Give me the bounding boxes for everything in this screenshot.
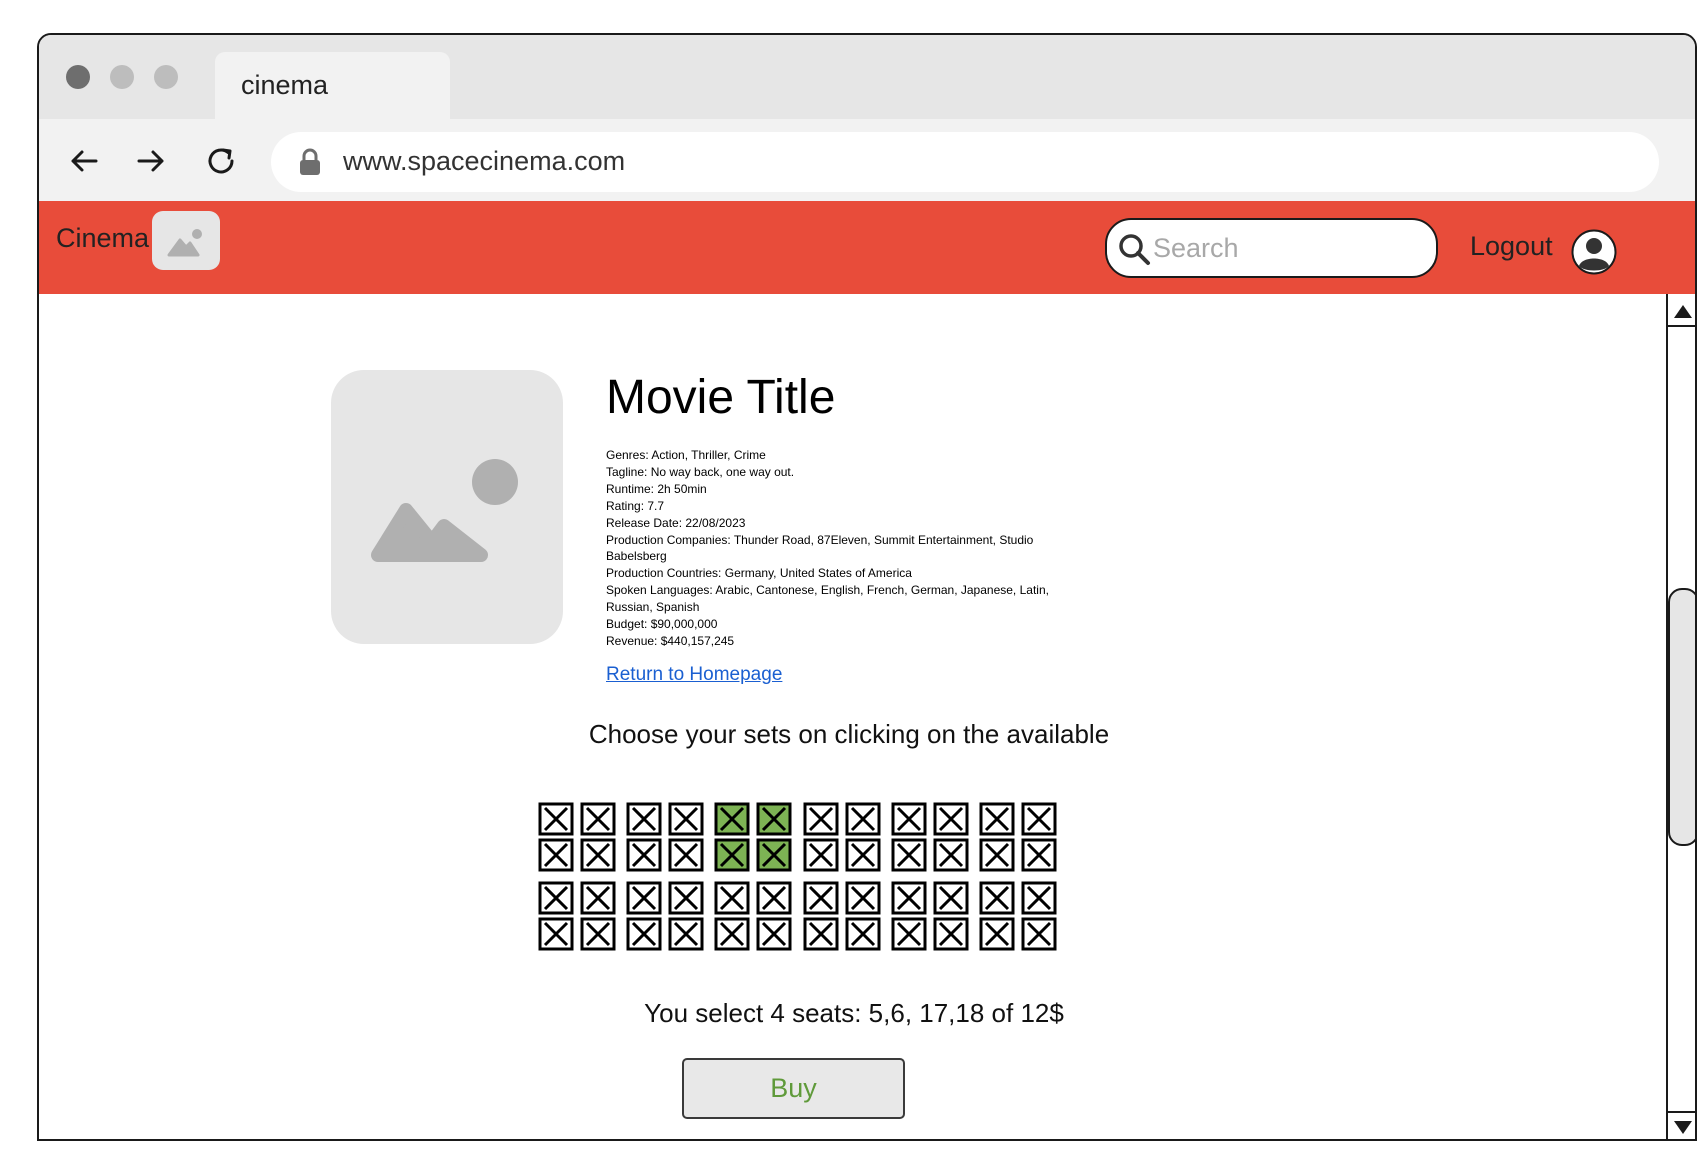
seat-available[interactable] xyxy=(933,838,969,872)
search-icon[interactable] xyxy=(1117,232,1151,266)
brand-name[interactable]: Cinema xyxy=(56,223,149,254)
close-window-dot[interactable] xyxy=(66,65,90,89)
reload-icon[interactable] xyxy=(202,141,242,181)
seat-available[interactable] xyxy=(756,881,792,915)
seat-available[interactable] xyxy=(803,802,839,836)
url-text: www.spacecinema.com xyxy=(343,146,626,176)
seat-available[interactable] xyxy=(845,917,881,951)
seat-available[interactable] xyxy=(803,917,839,951)
browser-tab[interactable]: cinema xyxy=(215,52,450,119)
main-content: Movie Title Genres: Action, Thriller, Cr… xyxy=(39,294,1666,1139)
address-bar: www.spacecinema.com xyxy=(39,119,1695,201)
seat-available[interactable] xyxy=(979,881,1015,915)
seat-available[interactable] xyxy=(580,917,616,951)
seat-selected[interactable] xyxy=(756,838,792,872)
buy-button[interactable]: Buy xyxy=(682,1058,905,1119)
seat-selected[interactable] xyxy=(756,802,792,836)
movie-detail-line: Revenue: $440,157,245 xyxy=(606,633,735,648)
seat-available[interactable] xyxy=(845,881,881,915)
seat-available[interactable] xyxy=(580,838,616,872)
return-to-homepage-link[interactable]: Return to Homepage xyxy=(606,664,782,686)
selection-summary: You select 4 seats: 5,6, 17,18 of 12$ xyxy=(644,998,1064,1028)
scroll-up-arrow-icon[interactable] xyxy=(1668,297,1695,327)
minimize-window-dot[interactable] xyxy=(110,65,134,89)
seat-row xyxy=(538,881,1063,917)
scrollbar-thumb[interactable] xyxy=(1668,588,1695,846)
seat-grid xyxy=(538,802,1063,953)
url-field[interactable]: www.spacecinema.com xyxy=(271,132,1659,192)
scroll-down-arrow-icon[interactable] xyxy=(1668,1111,1695,1139)
seat-available[interactable] xyxy=(1021,838,1057,872)
lock-icon xyxy=(298,148,322,176)
seat-available[interactable] xyxy=(626,802,662,836)
seat-available[interactable] xyxy=(803,881,839,915)
movie-detail-line: Tagline: No way back, one way out. xyxy=(606,464,795,479)
movie-details: Genres: Action, Thriller, Crime Tagline: … xyxy=(606,447,1086,650)
movie-detail-line: Production Countries: Germany, United St… xyxy=(606,566,912,581)
seat-available[interactable] xyxy=(1021,881,1057,915)
seat-row xyxy=(538,917,1063,953)
movie-detail-line: Rating: 7.7 xyxy=(606,498,665,513)
user-avatar-icon[interactable] xyxy=(1571,229,1617,275)
seat-row xyxy=(538,838,1063,874)
seat-available[interactable] xyxy=(714,917,750,951)
seat-available[interactable] xyxy=(626,838,662,872)
seat-available[interactable] xyxy=(979,802,1015,836)
seat-available[interactable] xyxy=(891,838,927,872)
seat-available[interactable] xyxy=(803,838,839,872)
seat-selected[interactable] xyxy=(714,802,750,836)
seat-selected[interactable] xyxy=(714,838,750,872)
seat-available[interactable] xyxy=(538,802,574,836)
seat-available[interactable] xyxy=(933,881,969,915)
movie-poster-image-icon xyxy=(331,370,563,644)
seat-available[interactable] xyxy=(845,802,881,836)
seat-instructions: Choose your sets on clicking on the avai… xyxy=(588,719,1110,749)
movie-detail-line: Runtime: 2h 50min xyxy=(606,481,707,496)
search-box[interactable] xyxy=(1105,218,1438,278)
seat-available[interactable] xyxy=(668,881,704,915)
seat-available[interactable] xyxy=(891,881,927,915)
site-header: Cinema Logout xyxy=(39,201,1695,294)
vertical-scrollbar[interactable] xyxy=(1666,294,1695,1139)
seat-available[interactable] xyxy=(933,917,969,951)
seat-available[interactable] xyxy=(891,917,927,951)
seat-available[interactable] xyxy=(756,917,792,951)
seat-available[interactable] xyxy=(1021,802,1057,836)
seat-available[interactable] xyxy=(538,838,574,872)
seat-available[interactable] xyxy=(668,802,704,836)
seat-available[interactable] xyxy=(979,917,1015,951)
browser-window: cinema www.spacecinema.com Cinema Search… xyxy=(37,33,1697,1141)
seat-available[interactable] xyxy=(538,917,574,951)
back-arrow-icon[interactable] xyxy=(64,141,104,181)
seat-available[interactable] xyxy=(538,881,574,915)
seat-available[interactable] xyxy=(668,838,704,872)
seat-available[interactable] xyxy=(891,802,927,836)
movie-title: Movie Title xyxy=(606,371,836,424)
seat-available[interactable] xyxy=(580,881,616,915)
seat-available[interactable] xyxy=(668,917,704,951)
forward-arrow-icon[interactable] xyxy=(131,141,171,181)
logo-image-icon[interactable] xyxy=(152,211,220,270)
movie-detail-line: Release Date: 22/08/2023 xyxy=(606,515,746,530)
seat-available[interactable] xyxy=(626,917,662,951)
seat-available[interactable] xyxy=(714,881,750,915)
movie-detail-line: Production Companies: Thunder Road, 87El… xyxy=(606,532,1034,564)
tab-bar: cinema xyxy=(39,35,1695,119)
movie-detail-line: Budget: $90,000,000 xyxy=(606,617,718,632)
seat-available[interactable] xyxy=(626,881,662,915)
search-input[interactable] xyxy=(1153,230,1423,266)
logout-link[interactable]: Logout xyxy=(1470,231,1553,262)
seat-available[interactable] xyxy=(1021,917,1057,951)
movie-detail-line: Spoken Languages: Arabic, Cantonese, Eng… xyxy=(606,583,1049,615)
seat-available[interactable] xyxy=(845,838,881,872)
seat-available[interactable] xyxy=(580,802,616,836)
maximize-window-dot[interactable] xyxy=(154,65,178,89)
movie-detail-line: Genres: Action, Thriller, Crime xyxy=(606,448,766,462)
seat-row xyxy=(538,802,1063,838)
seat-available[interactable] xyxy=(933,802,969,836)
seat-available[interactable] xyxy=(979,838,1015,872)
